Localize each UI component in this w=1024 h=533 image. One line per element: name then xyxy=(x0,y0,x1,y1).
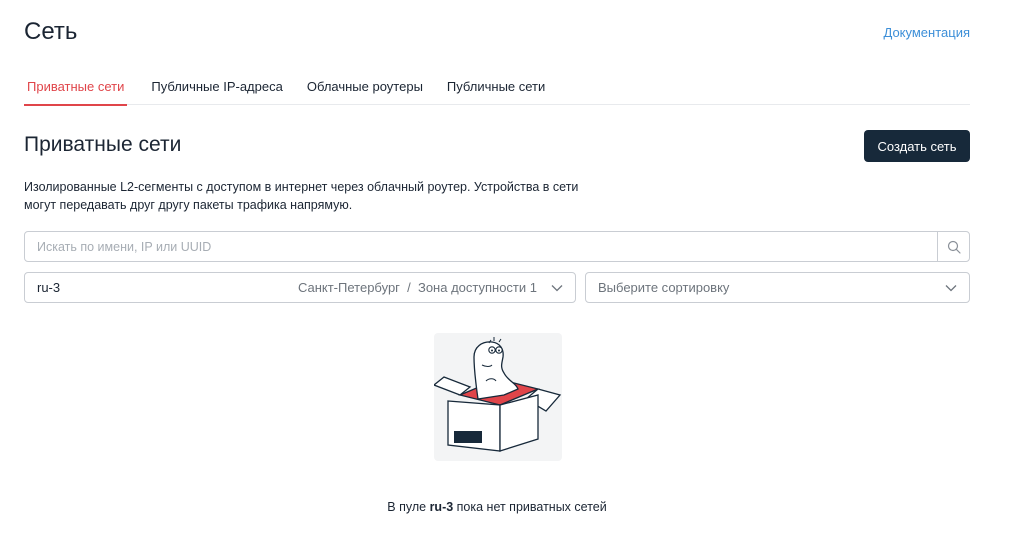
tab-public-networks[interactable]: Публичные сети xyxy=(447,76,545,105)
region-select-location: Санкт-Петербург / Зона доступности 1 xyxy=(297,280,537,295)
section-description: Изолированные L2-сегменты с доступом в и… xyxy=(24,180,579,212)
sort-select[interactable]: Выберите сортировку xyxy=(585,272,970,303)
documentation-link[interactable]: Документация xyxy=(884,25,971,40)
tab-private-networks[interactable]: Приватные сети xyxy=(24,76,128,106)
search-icon xyxy=(947,240,961,254)
dino-in-box-illustration xyxy=(432,337,562,452)
tab-cloud-routers[interactable]: Облачные роутеры xyxy=(307,76,423,105)
empty-state-illustration xyxy=(432,333,562,461)
empty-state-message: В пуле ru-3 пока нет приватных сетей xyxy=(0,500,994,514)
page-title: Сеть xyxy=(24,18,78,45)
section-title: Приватные сети xyxy=(24,133,182,156)
tab-bar: Приватные сети Публичные IP-адреса Облач… xyxy=(24,76,970,106)
search-field xyxy=(24,231,970,262)
create-network-button[interactable]: Создать сеть xyxy=(864,130,970,162)
search-button[interactable] xyxy=(937,232,969,261)
empty-state-pool-name: ru-3 xyxy=(429,500,454,514)
chevron-down-icon xyxy=(551,282,563,294)
chevron-down-icon xyxy=(945,282,957,294)
empty-state-prefix: В пуле xyxy=(387,500,430,514)
region-select[interactable]: ru-3 Санкт-Петербург / Зона доступности … xyxy=(24,272,576,303)
region-select-value: ru-3 xyxy=(37,280,61,295)
empty-state-suffix: пока нет приватных сетей xyxy=(453,500,607,514)
search-input[interactable] xyxy=(25,232,937,261)
tab-public-ip-addresses[interactable]: Публичные IP-адреса xyxy=(151,76,282,105)
sort-select-placeholder: Выберите сортировку xyxy=(598,280,730,295)
